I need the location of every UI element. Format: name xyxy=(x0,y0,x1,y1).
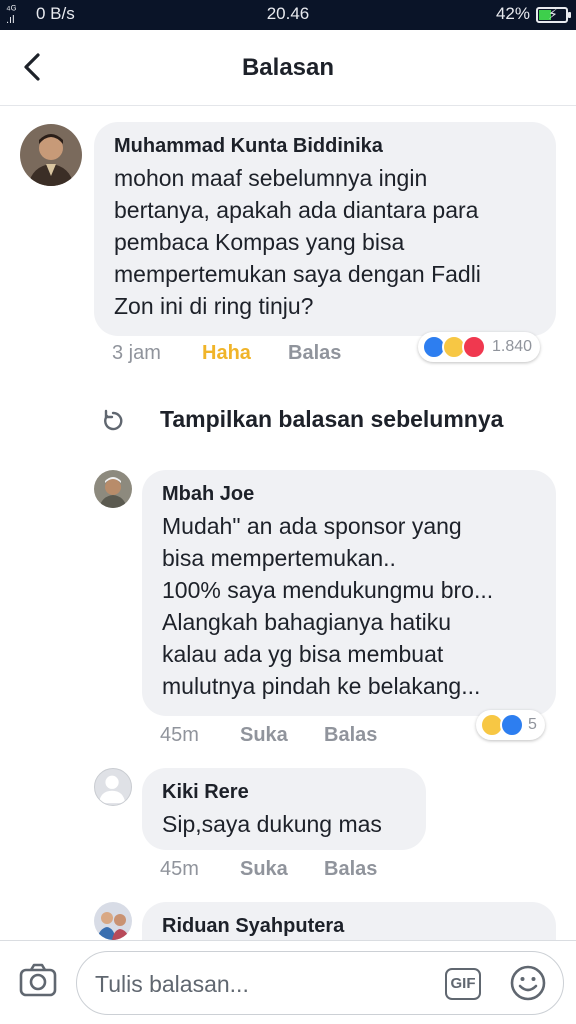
avatar[interactable] xyxy=(94,902,132,940)
avatar[interactable] xyxy=(94,768,132,806)
header: Balasan xyxy=(0,30,576,106)
comment-bubble[interactable]: Muhammad Kunta Biddinika mohon maaf sebe… xyxy=(94,122,556,336)
reaction-count: 5 xyxy=(528,716,537,733)
reply-composer: Tulis balasan... GIF xyxy=(0,940,576,1024)
love-icon xyxy=(462,335,486,359)
clock: 20.46 xyxy=(266,4,310,23)
reply-bubble[interactable]: Kiki Rere Sip,saya dukung mas xyxy=(142,768,426,850)
reply-button[interactable]: Balas xyxy=(324,724,377,747)
refresh-icon xyxy=(104,409,123,431)
avatar[interactable] xyxy=(94,470,132,508)
reply-author[interactable]: Riduan Syahputera xyxy=(162,914,536,938)
gif-button[interactable]: GIF xyxy=(445,968,481,1000)
camera-icon xyxy=(19,963,57,997)
reply-actions: 45m Suka Balas xyxy=(160,858,540,888)
comment-text: mohon maaf sebelumnya ingin bertanya, ap… xyxy=(114,165,481,319)
show-previous-replies[interactable]: Tampilkan balasan sebelumnya xyxy=(100,402,560,442)
reply-input[interactable]: Tulis balasan... GIF xyxy=(76,951,564,1015)
like-button[interactable]: Suka xyxy=(240,724,288,747)
page-title: Balasan xyxy=(241,54,335,81)
comment-time: 3 jam xyxy=(112,342,161,364)
reaction-count: 1.840 xyxy=(492,338,533,355)
status-bar: ⁴ᴳ .ıl 0 B/s 20.46 42% ⚡ xyxy=(0,0,576,30)
battery-percent: 42% xyxy=(495,4,530,23)
reply-button[interactable]: Balas xyxy=(288,342,341,365)
reaction-summary[interactable]: 5 xyxy=(476,710,545,740)
reaction-summary[interactable]: 1.840 xyxy=(418,332,541,362)
reply-text: Mudah" an ada sponsor yang bisa memperte… xyxy=(162,513,494,699)
user-photo-icon xyxy=(20,124,82,186)
camera-button[interactable] xyxy=(18,961,58,1001)
haha-reaction-button[interactable]: Haha xyxy=(202,342,251,365)
user-photo-icon xyxy=(94,902,132,940)
reply-text: Sip,saya dukung mas xyxy=(162,811,382,837)
like-icon xyxy=(500,713,524,737)
reply-time: 45m xyxy=(160,724,199,746)
battery-icon: ⚡ xyxy=(536,6,571,23)
user-photo-icon xyxy=(94,470,132,508)
reply-author[interactable]: Kiki Rere xyxy=(162,780,406,804)
emoji-button[interactable] xyxy=(509,964,547,1002)
reply-author[interactable]: Mbah Joe xyxy=(162,482,536,506)
avatar[interactable] xyxy=(20,124,82,186)
reply-bubble[interactable]: Mbah Joe Mudah" an ada sponsor yang bisa… xyxy=(142,470,556,716)
reply-button[interactable]: Balas xyxy=(324,858,377,881)
comment-author[interactable]: Muhammad Kunta Biddinika xyxy=(114,134,536,158)
reply-time: 45m xyxy=(160,858,199,880)
smiley-icon xyxy=(510,965,546,1001)
reply-input-placeholder: Tulis balasan... xyxy=(95,971,249,997)
show-previous-label[interactable]: Tampilkan balasan sebelumnya xyxy=(160,406,503,433)
default-user-icon xyxy=(98,775,126,804)
like-button[interactable]: Suka xyxy=(240,858,288,881)
